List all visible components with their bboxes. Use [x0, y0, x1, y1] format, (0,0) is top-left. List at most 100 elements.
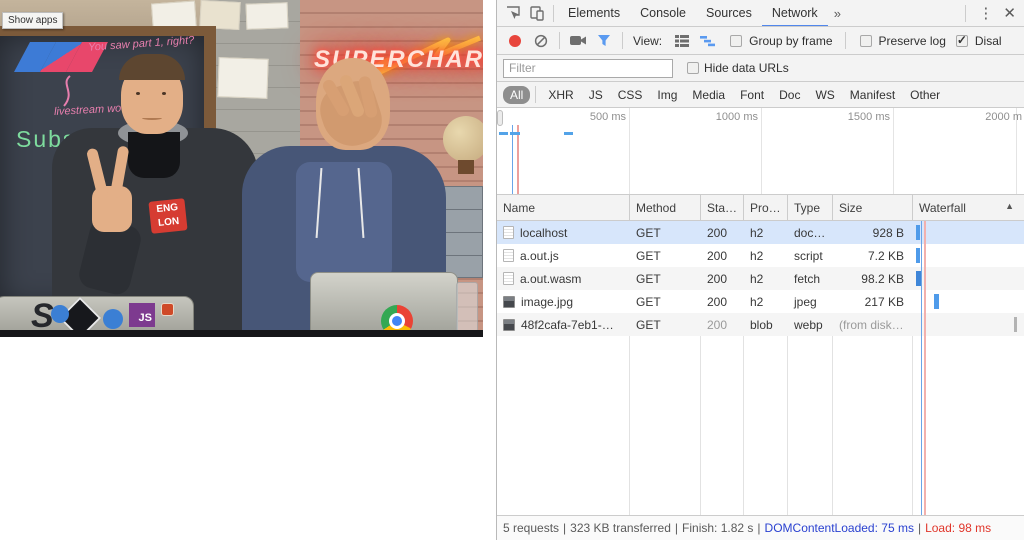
disable-cache-checkbox[interactable] — [956, 35, 968, 47]
wall-sketch — [217, 57, 268, 99]
network-overview-timeline[interactable]: 500 ms 1000 ms 1500 ms 2000 m — [497, 108, 1024, 195]
column-header-status[interactable]: Sta… — [701, 195, 744, 220]
timeline-label: 1500 ms — [828, 111, 890, 123]
filter-row: Hide data URLs — [497, 55, 1024, 82]
sticker-blue-splat — [103, 309, 123, 329]
show-apps-tooltip: Show apps — [2, 12, 63, 29]
laptop-rear — [310, 272, 458, 334]
type-filter-other[interactable]: Other — [903, 86, 947, 104]
chrome-logo-center — [389, 313, 405, 329]
table-row[interactable]: a.out.wasm GET 200 h2 fetch 98.2 KB — [497, 267, 1024, 290]
table-header: Name Method Sta… Pro… Type Size Waterfal… — [497, 195, 1024, 221]
preserve-log-label: Preserve log — [879, 34, 946, 48]
view-list-icon[interactable] — [670, 29, 694, 53]
type-filter-img[interactable]: Img — [650, 86, 684, 104]
devtools-menu-icon[interactable]: ⋮ — [970, 4, 1001, 22]
wall-paper — [246, 2, 289, 29]
clear-icon[interactable] — [529, 29, 553, 53]
sticker-red — [161, 303, 174, 316]
more-tabs-icon[interactable]: » — [828, 6, 847, 21]
gridline — [629, 108, 630, 194]
group-by-frame-label: Group by frame — [749, 34, 832, 48]
load-marker-line — [517, 125, 519, 194]
finish-time: Finish: 1.82 s — [682, 521, 753, 535]
divider — [845, 32, 846, 49]
type-filter-manifest[interactable]: Manifest — [843, 86, 902, 104]
globe-stand — [458, 160, 474, 174]
divider — [553, 5, 554, 22]
eye — [136, 92, 140, 95]
table-row[interactable]: 48f2cafa-7eb1-… GET 200 blob webp (from … — [497, 313, 1024, 336]
hoodie-patch: ENG LON — [148, 198, 187, 234]
table-row[interactable]: image.jpg GET 200 h2 jpeg 217 KB — [497, 290, 1024, 313]
hide-data-urls-checkbox[interactable] — [687, 62, 699, 74]
tab-elements[interactable]: Elements — [558, 0, 630, 27]
timeline-label: 1000 ms — [696, 111, 758, 123]
image-preview-icon — [503, 296, 515, 308]
view-waterfall-icon[interactable] — [696, 29, 720, 53]
sticker-blue-splat — [51, 305, 69, 323]
type-filter-doc[interactable]: Doc — [772, 86, 807, 104]
type-filter-xhr[interactable]: XHR — [541, 86, 580, 104]
record-button[interactable] — [509, 35, 521, 47]
divider — [535, 86, 536, 103]
type-filter-ws[interactable]: WS — [808, 86, 841, 104]
close-devtools-icon[interactable]: ✕ — [1001, 4, 1024, 22]
water-glass — [456, 282, 478, 332]
divider — [965, 5, 966, 22]
group-by-frame-checkbox[interactable] — [730, 35, 742, 47]
overview-request-bar — [499, 132, 508, 135]
desk-edge — [0, 330, 483, 337]
type-filter-js[interactable]: JS — [582, 86, 610, 104]
table-row[interactable]: localhost GET 200 h2 doc… 928 B — [497, 221, 1024, 244]
document-icon — [503, 249, 514, 262]
type-filter-font[interactable]: Font — [733, 86, 771, 104]
network-summary-bar: 5 requests | 323 KB transferred | Finish… — [497, 515, 1024, 540]
column-header-method[interactable]: Method — [630, 195, 701, 220]
view-label: View: — [633, 34, 662, 48]
waterfall-bar — [916, 248, 920, 263]
preserve-log-checkbox[interactable] — [860, 35, 872, 47]
dcl-marker-line — [512, 125, 513, 194]
type-filter-all[interactable]: All — [503, 86, 530, 104]
network-toolbar: View: Group by frame Preserve log Disal — [497, 27, 1024, 55]
timeline-label: 500 ms — [564, 111, 626, 123]
column-header-protocol[interactable]: Pro… — [744, 195, 788, 220]
devtools-panel: Elements Console Sources Network » ⋮ ✕ — [496, 0, 1024, 540]
overview-request-bar — [564, 132, 573, 135]
table-row[interactable]: a.out.js GET 200 h2 script 7.2 KB — [497, 244, 1024, 267]
dom-content-loaded-time: DOMContentLoaded: 75 ms — [765, 521, 914, 535]
gridline — [893, 108, 894, 194]
type-filter-css[interactable]: CSS — [611, 86, 650, 104]
devtools-tabbar: Elements Console Sources Network » ⋮ ✕ — [497, 0, 1024, 27]
divider — [622, 32, 623, 49]
smile — [142, 116, 162, 120]
device-toolbar-icon[interactable] — [525, 1, 549, 25]
dcl-marker-line — [921, 221, 922, 515]
column-header-name[interactable]: Name — [497, 195, 630, 220]
tab-network[interactable]: Network — [762, 0, 828, 27]
overview-request-bar — [510, 132, 520, 135]
hide-data-urls-label: Hide data URLs — [704, 61, 789, 75]
load-time: Load: 98 ms — [925, 521, 991, 535]
globe — [443, 116, 483, 162]
filter-funnel-icon[interactable] — [592, 29, 616, 53]
resource-type-filters: All XHR JS CSS Img Media Font Doc WS Man… — [497, 82, 1024, 108]
type-filter-media[interactable]: Media — [685, 86, 732, 104]
divider — [559, 32, 560, 49]
disable-cache-label: Disal — [975, 34, 1002, 48]
overview-drag-handle[interactable] — [497, 110, 503, 126]
inspect-element-icon[interactable] — [501, 1, 525, 25]
load-marker-line — [924, 221, 926, 515]
filter-input[interactable] — [503, 59, 673, 78]
requests-count: 5 requests — [503, 521, 559, 535]
sticker-js: JS — [129, 303, 155, 327]
screenshot-camera-icon[interactable] — [566, 29, 590, 53]
tab-sources[interactable]: Sources — [696, 0, 762, 27]
gridline — [761, 108, 762, 194]
column-header-size[interactable]: Size — [833, 195, 913, 220]
column-header-type[interactable]: Type — [788, 195, 833, 220]
column-header-waterfall[interactable]: Waterfall ▲ — [913, 195, 1024, 220]
video-player[interactable]: SUPERCHARGED You saw part 1, right? live… — [0, 0, 483, 337]
tab-console[interactable]: Console — [630, 0, 696, 27]
